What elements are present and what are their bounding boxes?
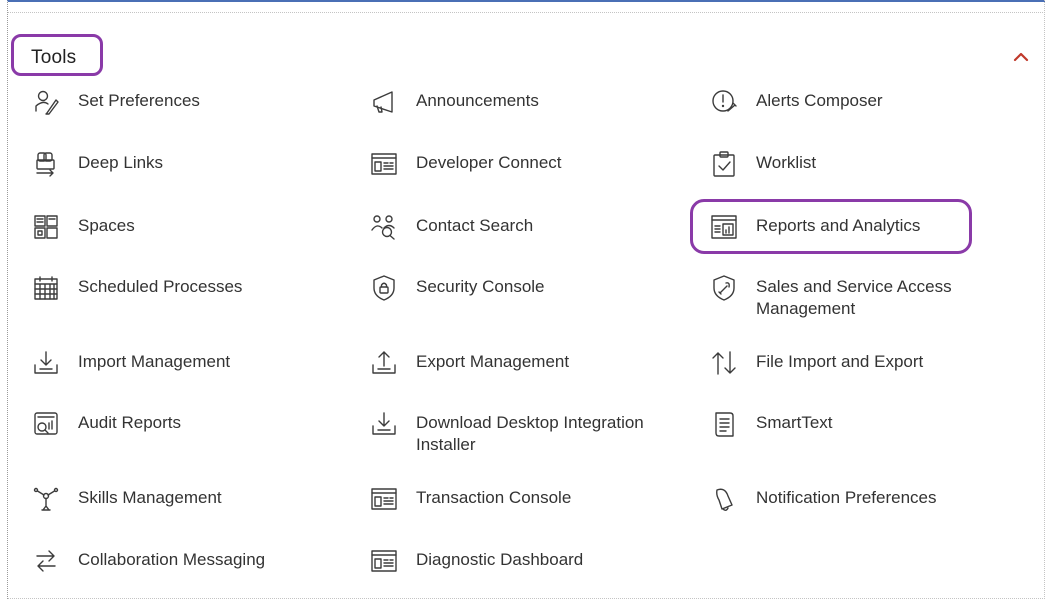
console-window-icon (371, 548, 397, 574)
tool-sales-service-access-management[interactable]: Sales and Service Access Management (711, 275, 1016, 320)
tool-deep-links[interactable]: Deep Links (33, 151, 338, 177)
tool-smarttext[interactable]: SmartText (711, 411, 1016, 437)
console-window-icon (371, 486, 397, 512)
tool-label: Sales and Service Access Management (756, 277, 952, 318)
tool-alerts-composer[interactable]: Alerts Composer (711, 89, 1016, 115)
skills-network-icon (33, 486, 59, 512)
tool-label: Reports and Analytics (756, 216, 921, 235)
tool-label: Developer Connect (416, 153, 562, 172)
tool-developer-connect[interactable]: Developer Connect (371, 151, 676, 177)
exchange-arrows-icon (33, 548, 59, 574)
tool-reports-and-analytics[interactable]: Reports and Analytics (711, 214, 1016, 240)
shield-lock-icon (371, 275, 397, 301)
tool-collaboration-messaging[interactable]: Collaboration Messaging (33, 548, 338, 574)
tool-label: Audit Reports (78, 413, 181, 432)
tool-label: Import Management (78, 352, 231, 371)
tool-export-management[interactable]: Export Management (371, 350, 676, 376)
megaphone-icon (371, 89, 397, 115)
tool-label: Spaces (78, 216, 135, 235)
bell-icon (711, 486, 737, 512)
tool-label: Deep Links (78, 153, 164, 172)
section-title: Tools (31, 47, 77, 68)
report-chart-icon (711, 214, 737, 240)
tool-label: Diagnostic Dashboard (416, 550, 584, 569)
import-tray-icon (33, 350, 59, 376)
spaces-grid-icon (33, 214, 59, 240)
collapse-button[interactable] (1009, 44, 1033, 68)
console-window-icon (371, 151, 397, 177)
tool-download-desktop-integration[interactable]: Download Desktop Integration Installer (371, 411, 676, 456)
clipboard-check-icon (711, 151, 737, 177)
tool-label: Export Management (416, 352, 570, 371)
tool-label: SmartText (756, 413, 833, 432)
tool-spaces[interactable]: Spaces (33, 214, 338, 240)
tool-label: Skills Management (78, 488, 222, 507)
tool-scheduled-processes[interactable]: Scheduled Processes (33, 275, 338, 301)
tool-contact-search[interactable]: Contact Search (371, 214, 676, 240)
export-tray-icon (371, 350, 397, 376)
tool-notification-preferences[interactable]: Notification Preferences (711, 486, 1016, 512)
tool-skills-management[interactable]: Skills Management (33, 486, 338, 512)
calendar-icon (33, 275, 59, 301)
tool-file-import-and-export[interactable]: File Import and Export (711, 350, 1016, 376)
tool-audit-reports[interactable]: Audit Reports (33, 411, 338, 437)
tool-label: Alerts Composer (756, 91, 883, 110)
tool-announcements[interactable]: Announcements (371, 89, 676, 115)
tool-label: Worklist (756, 153, 817, 172)
up-down-arrows-icon (711, 350, 737, 376)
chevron-up-icon (1013, 52, 1029, 62)
tool-label: Download Desktop Integration Installer (416, 413, 644, 454)
deep-links-icon (33, 151, 59, 177)
tool-label: Contact Search (416, 216, 534, 235)
tool-diagnostic-dashboard[interactable]: Diagnostic Dashboard (371, 548, 676, 574)
people-search-icon (371, 214, 397, 240)
tool-label: Scheduled Processes (78, 277, 243, 296)
tool-label: Collaboration Messaging (78, 550, 266, 569)
tool-label: Notification Preferences (756, 488, 937, 507)
panel-divider (8, 2, 1045, 13)
tool-label: Announcements (416, 91, 539, 110)
tool-label: File Import and Export (756, 352, 924, 371)
audit-report-icon (33, 411, 59, 437)
shield-wrench-icon (711, 275, 737, 301)
tool-security-console[interactable]: Security Console (371, 275, 676, 301)
tool-import-management[interactable]: Import Management (33, 350, 338, 376)
tool-worklist[interactable]: Worklist (711, 151, 1016, 177)
download-tray-icon (371, 411, 397, 437)
tool-transaction-console[interactable]: Transaction Console (371, 486, 676, 512)
tool-label: Security Console (416, 277, 545, 296)
document-lines-icon (711, 411, 737, 437)
tool-label: Transaction Console (416, 488, 572, 507)
tool-set-preferences[interactable]: Set Preferences (33, 89, 338, 115)
user-pen-icon (33, 89, 59, 115)
alert-wrench-icon (711, 89, 737, 115)
tool-label: Set Preferences (78, 91, 200, 110)
